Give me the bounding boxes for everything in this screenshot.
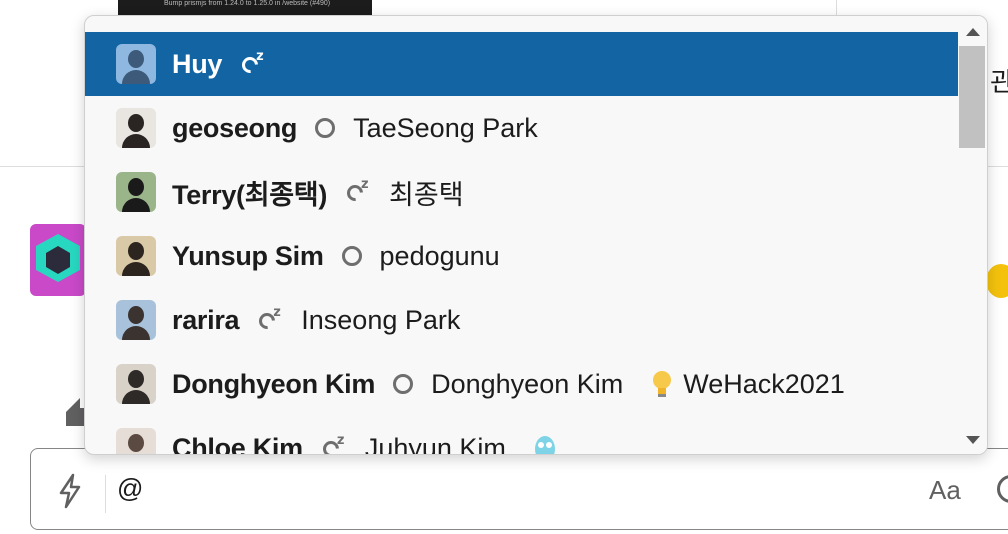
full-name: 최종택 xyxy=(389,179,464,210)
lightbulb-icon xyxy=(651,369,673,399)
formatting-toggle-button[interactable]: Aa xyxy=(929,475,961,506)
scroll-down-arrow-icon[interactable] xyxy=(966,436,980,444)
mention-option[interactable]: geoseong TaeSeong Park xyxy=(85,96,958,160)
display-name: geoseong xyxy=(172,112,298,143)
mention-list: Huy z geoseong TaeSeong Park Terry(최종택) z 최종택 Y… xyxy=(85,32,958,455)
mention-icon[interactable] xyxy=(997,475,1008,503)
full-name: pedogunu xyxy=(379,240,500,271)
background-thumbnail: Bump prismjs from 1.24.0 to 1.25.0 in /w… xyxy=(118,0,372,16)
mention-option[interactable]: Donghyeon Kim Donghyeon Kim WeHack2021 xyxy=(85,352,958,416)
mention-option[interactable]: rarira z Inseong Park xyxy=(85,288,958,352)
background-text: 관 xyxy=(990,68,1008,98)
mention-option[interactable]: Huy z xyxy=(85,32,958,96)
shortcuts-bolt-icon[interactable] xyxy=(57,473,83,509)
snooze-status-icon: z xyxy=(238,49,266,77)
avatar xyxy=(116,428,156,454)
scroll-up-arrow-icon[interactable] xyxy=(966,28,980,36)
full-name: Inseong Park xyxy=(301,304,461,335)
background-divider xyxy=(0,166,84,167)
display-name: Huy xyxy=(172,48,223,79)
emoji-icon xyxy=(986,264,1008,298)
custom-status-text: WeHack2021 xyxy=(683,368,845,399)
scroll-thumb[interactable] xyxy=(959,46,985,148)
avatar xyxy=(116,108,156,148)
away-status-icon xyxy=(393,374,414,394)
display-name: rarira xyxy=(172,304,240,335)
away-status-icon xyxy=(315,118,336,138)
mention-autocomplete-dropdown: Huy z geoseong TaeSeong Park Terry(최종택) z 최종택 Y… xyxy=(84,15,988,455)
mention-option[interactable]: Chloe Kim z Juhyun Kim xyxy=(85,416,958,455)
avatar xyxy=(116,172,156,212)
full-name: TaeSeong Park xyxy=(353,112,538,143)
message-input[interactable]: @ xyxy=(117,473,143,504)
avatar xyxy=(116,300,156,340)
full-name: Juhyun Kim xyxy=(364,432,506,455)
scrollbar[interactable] xyxy=(958,16,987,454)
snooze-status-icon: z xyxy=(255,305,283,333)
snooze-status-icon: z xyxy=(343,177,371,205)
avatar xyxy=(116,44,156,84)
background-divider xyxy=(988,166,1008,167)
message-composer[interactable]: @ Aa xyxy=(30,448,1008,530)
display-name: Chloe Kim xyxy=(172,432,303,455)
away-status-icon xyxy=(341,246,362,266)
background-icon xyxy=(66,398,84,426)
full-name: Donghyeon Kim xyxy=(431,368,624,399)
background-divider xyxy=(836,0,837,16)
display-name: Donghyeon Kim xyxy=(172,368,376,399)
app-logo-icon xyxy=(30,224,86,296)
mention-option[interactable]: Yunsup Sim pedogunu xyxy=(85,224,958,288)
display-name: Terry(최종택) xyxy=(172,179,328,210)
avatar xyxy=(116,364,156,404)
avatar xyxy=(116,236,156,276)
snooze-status-icon: z xyxy=(319,433,347,454)
mention-option[interactable]: Terry(최종택) z 최종택 xyxy=(85,160,958,224)
gopher-icon xyxy=(534,433,556,454)
composer-divider xyxy=(105,475,106,513)
display-name: Yunsup Sim xyxy=(172,240,324,271)
